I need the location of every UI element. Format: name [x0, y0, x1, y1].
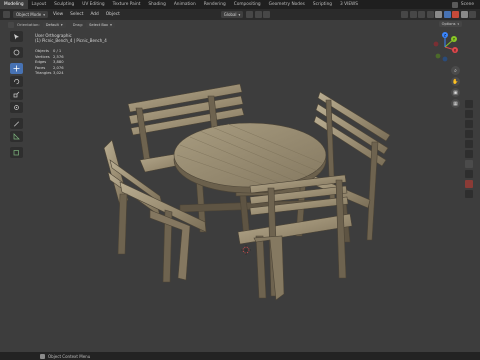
stat-value: 3,024	[53, 71, 64, 75]
pencil-icon	[14, 121, 19, 127]
active-object-name: (1) Picnic_Bench_4 | Picnic_Bench_4	[35, 38, 107, 43]
transform-icon	[14, 105, 19, 110]
view-layer-tab-icon[interactable]	[465, 130, 473, 138]
world-tab-icon[interactable]	[465, 150, 473, 158]
navigation-gizmo[interactable]: X Y Z	[428, 30, 462, 64]
cube-icon	[13, 150, 19, 156]
scene-statistics: Objects 0 / 1 Vertices 2,576 Edges 3,880 Fa…	[35, 49, 64, 77]
pan-button[interactable]: ✋	[451, 77, 460, 86]
3d-cursor[interactable]	[241, 245, 251, 255]
camera-icon: ▣	[453, 89, 458, 96]
scene-tab-icon[interactable]	[465, 140, 473, 148]
rotate-icon	[14, 79, 20, 85]
sidebar-tabs	[465, 100, 473, 198]
render-tab-icon[interactable]	[465, 110, 473, 118]
picnic-bench-model[interactable]	[103, 83, 391, 301]
measure-tool[interactable]	[10, 131, 23, 142]
mouse-right-icon	[40, 353, 45, 359]
left-toolbar	[10, 31, 23, 158]
stat-label: Triangles	[35, 71, 52, 75]
neg-y-axis-handle[interactable]	[435, 53, 441, 59]
stat-row: Triangles 3,024	[35, 71, 64, 77]
neg-x-axis-handle[interactable]	[433, 41, 439, 47]
modifier-tab-icon[interactable]	[465, 170, 473, 178]
annotate-tool[interactable]	[10, 118, 23, 129]
output-tab-icon[interactable]	[465, 120, 473, 128]
neg-z-axis-handle[interactable]	[442, 56, 448, 62]
scale-icon	[13, 91, 20, 98]
move-tool[interactable]	[10, 63, 23, 74]
viewport-info: User Orthographic (1) Picnic_Bench_4 | P…	[35, 33, 107, 43]
add-cube-tool[interactable]	[10, 147, 23, 158]
transform-tool[interactable]	[10, 102, 23, 113]
rotate-tool[interactable]	[10, 76, 23, 87]
object-tab-icon[interactable]	[465, 160, 473, 168]
viewport-3d[interactable]	[0, 0, 480, 360]
hand-icon: ✋	[452, 78, 459, 85]
scale-tool[interactable]	[10, 89, 23, 100]
camera-view-button[interactable]: ▣	[451, 88, 460, 97]
cursor-select-tool[interactable]	[10, 31, 23, 42]
ruler-icon	[13, 133, 20, 140]
material-tab-icon[interactable]	[465, 180, 473, 188]
status-hint: Object Context Menu	[48, 353, 91, 359]
cursor-3d-tool[interactable]	[10, 47, 23, 58]
perspective-toggle-button[interactable]: ▦	[451, 99, 460, 108]
select-cursor-icon	[14, 34, 19, 40]
crosshair-icon	[13, 49, 20, 56]
zoom-icon: ⌕	[454, 67, 457, 74]
move-arrows-icon	[13, 65, 20, 72]
tool-tab-icon[interactable]	[465, 100, 473, 108]
grid-icon: ▦	[453, 100, 458, 107]
status-bar: Object Context Menu	[0, 352, 480, 360]
zoom-button[interactable]: ⌕	[451, 66, 460, 75]
texture-tab-icon[interactable]	[465, 190, 473, 198]
